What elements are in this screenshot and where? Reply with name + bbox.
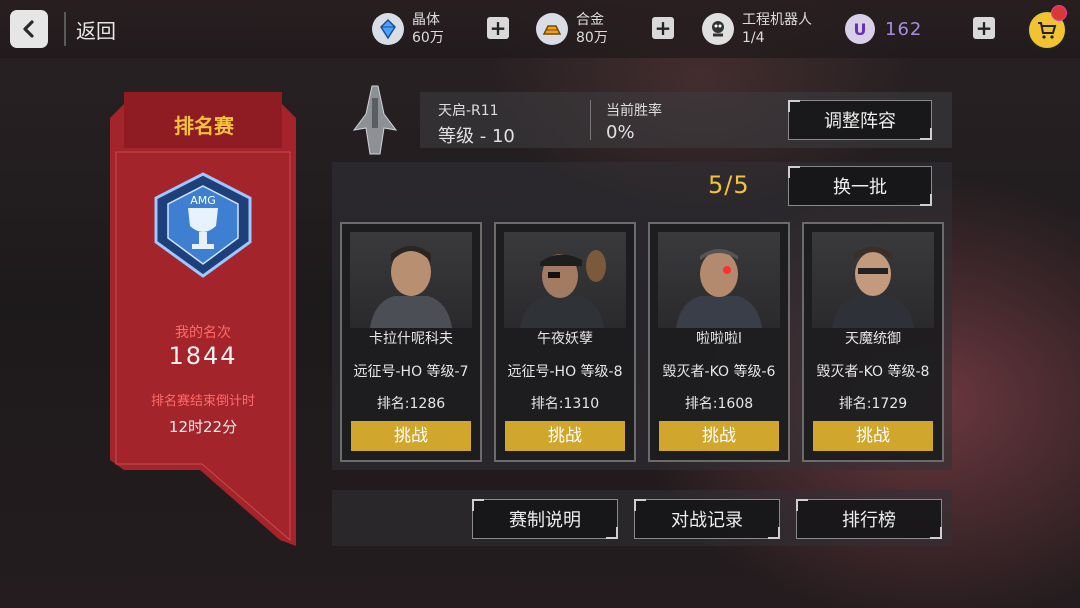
notification-dot — [1051, 5, 1067, 21]
resource-u: U 162 — [845, 9, 922, 49]
robot-label: 工程机器人 — [742, 12, 812, 28]
challenge-button[interactable]: 挑战 — [505, 421, 625, 451]
divider — [64, 12, 66, 46]
alloy-value: 80万 — [576, 30, 608, 46]
divider — [590, 100, 591, 140]
opponent-name: 天魔统御 — [845, 331, 901, 347]
u-currency-value: 162 — [885, 18, 923, 40]
winrate-value: 0% — [606, 122, 635, 143]
ranking-banner: 排名赛 AMG 我的名次 1844 排名赛结束倒计时 12时22分 — [110, 92, 296, 546]
add-u-button[interactable]: + — [973, 17, 995, 39]
opponent-ship: 远征号-HO 等级-7 — [353, 364, 469, 380]
winrate-label: 当前胜率 — [606, 103, 662, 119]
ship-name: 天启-R11 — [438, 103, 499, 119]
robot-value: 1/4 — [742, 30, 765, 46]
opponent-rank: 排名:1608 — [684, 396, 754, 412]
u-currency-icon: U — [845, 14, 875, 44]
opponent-name: 卡拉什呢科夫 — [369, 331, 453, 347]
opponent-rank: 排名:1729 — [838, 396, 908, 412]
add-crystal-button[interactable]: + — [487, 17, 509, 39]
opponent-ship: 毁灭者-KO 等级-6 — [662, 364, 776, 380]
battle-records-button[interactable]: 对战记录 — [634, 499, 780, 539]
trophy-emblem-icon: AMG — [154, 172, 252, 278]
opponent-rank: 排名:1286 — [376, 396, 446, 412]
rules-button[interactable]: 赛制说明 — [472, 499, 618, 539]
back-button[interactable] — [10, 10, 48, 48]
opponent-rank: 排名:1310 — [530, 396, 600, 412]
challenge-button[interactable]: 挑战 — [813, 421, 933, 451]
avatar — [658, 232, 780, 328]
opponent-ship: 毁灭者-KO 等级-8 — [816, 364, 930, 380]
opponent-ship: 远征号-HO 等级-8 — [507, 364, 623, 380]
my-rank-label: 我的名次 — [175, 325, 231, 341]
resource-crystal: 晶体 60万 — [372, 9, 444, 49]
avatar — [812, 232, 934, 328]
avatar — [504, 232, 626, 328]
opponent-card: 天魔统御 毁灭者-KO 等级-8 排名:1729 挑战 — [802, 222, 944, 462]
countdown-value: 12时22分 — [168, 418, 238, 436]
ship-level: 等级 - 10 — [438, 126, 515, 147]
crystal-icon — [372, 13, 404, 45]
challenge-button[interactable]: 挑战 — [659, 421, 779, 451]
crystal-label: 晶体 — [412, 12, 440, 28]
opponent-name: 午夜妖孽 — [537, 331, 593, 347]
avatar — [350, 232, 472, 328]
banner-title: 排名赛 — [174, 114, 234, 138]
refresh-opponents-button[interactable]: 换一批 — [788, 166, 932, 206]
ship-icon — [352, 85, 398, 155]
opponent-card: 卡拉什呢科夫 远征号-HO 等级-7 排名:1286 挑战 — [340, 222, 482, 462]
svg-text:AMG: AMG — [190, 194, 216, 207]
chevron-left-icon — [23, 20, 34, 38]
countdown-label: 排名赛结束倒计时 — [150, 394, 255, 409]
leaderboard-button[interactable]: 排行榜 — [796, 499, 942, 539]
opponent-name: 啦啦啦l — [696, 331, 742, 347]
opponent-card: 午夜妖孽 远征号-HO 等级-8 排名:1310 挑战 — [494, 222, 636, 462]
challenge-count: 5/5 — [708, 171, 750, 199]
alloy-icon — [536, 13, 568, 45]
opponent-card: 啦啦啦l 毁灭者-KO 等级-6 排名:1608 挑战 — [648, 222, 790, 462]
banner-shape — [110, 92, 296, 546]
challenge-button[interactable]: 挑战 — [351, 421, 471, 451]
robot-icon — [702, 13, 734, 45]
my-rank-value: 1844 — [168, 342, 238, 370]
alloy-label: 合金 — [576, 12, 604, 28]
adjust-lineup-button[interactable]: 调整阵容 — [788, 100, 932, 140]
cart-icon — [1038, 22, 1057, 39]
resource-alloy: 合金 80万 — [536, 9, 608, 49]
crystal-value: 60万 — [412, 30, 444, 46]
add-alloy-button[interactable]: + — [652, 17, 674, 39]
back-label[interactable]: 返回 — [76, 15, 116, 44]
resource-robot: 工程机器人 1/4 — [702, 9, 812, 49]
